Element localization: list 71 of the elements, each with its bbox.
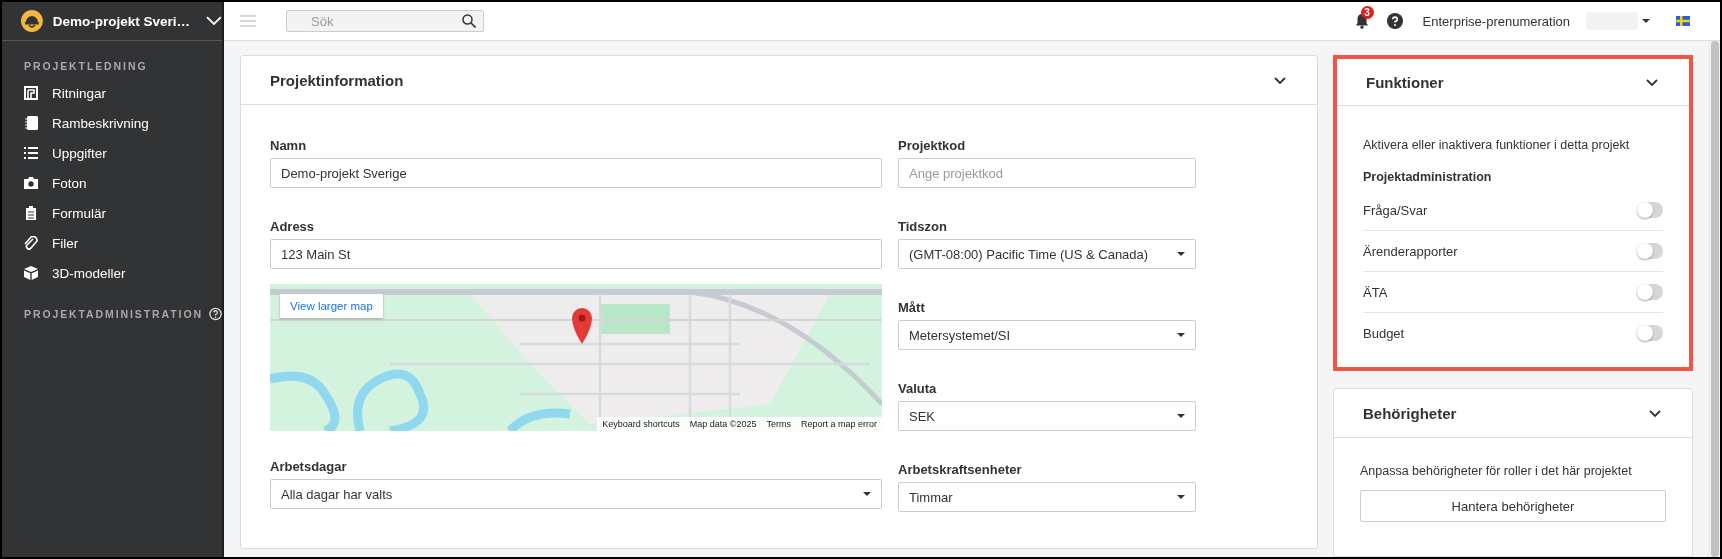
attribution-link[interactable]: Map data ©2025: [684, 417, 762, 431]
field-label: Tidszon: [898, 219, 948, 236]
chevron-down-icon[interactable]: [1645, 76, 1659, 88]
notebook-icon: [24, 116, 38, 130]
help-icon[interactable]: [1386, 13, 1403, 29]
field-label: Adress: [270, 219, 316, 236]
sidebar-item[interactable]: Foton: [2, 168, 222, 198]
floor-plan-icon: [24, 86, 38, 100]
toggle-label: Budget: [1363, 325, 1405, 341]
field-label: Arbetsdagar: [270, 459, 348, 476]
dropdown[interactable]: (GMT-08:00) Pacific Time (US & Canada): [898, 239, 1196, 269]
description-text: Anpassa behörigheter för roller i det här projektet: [1360, 464, 1633, 478]
project-title[interactable]: Demo-projekt Sveri…: [52, 13, 191, 29]
toggle-label: Ärenderapporter: [1363, 243, 1458, 259]
toggle-switch[interactable]: [1637, 243, 1663, 259]
camera-icon: [24, 176, 38, 190]
search-icon: [462, 14, 476, 28]
section-heading: PROJEKTLEDNING: [24, 60, 148, 72]
toggle-label: Fråga/Svar: [1363, 202, 1428, 218]
caret-icon: [1642, 19, 1650, 23]
paperclip-icon: [24, 236, 38, 250]
caret-icon: [1177, 333, 1185, 337]
hard-hat-logo-icon: [21, 10, 43, 32]
field-label: Projektkod: [898, 138, 967, 155]
dropdown[interactable]: Alla dagar har valts: [270, 479, 882, 509]
chevron-down-icon[interactable]: [1273, 74, 1287, 86]
panel-title: Behörigheter: [1363, 404, 1457, 422]
toggle-switch[interactable]: [1637, 202, 1663, 218]
description-text: Aktivera eller inaktivera funktioner i detta projekt: [1363, 138, 1631, 152]
dropdown[interactable]: Metersystemet/SI: [898, 320, 1196, 350]
panel-title: Funktioner: [1366, 73, 1444, 91]
chevron-down-icon[interactable]: [206, 16, 222, 26]
field-label: Valuta: [898, 381, 938, 398]
input-field[interactable]: Demo-projekt Sverige: [270, 158, 882, 188]
flag-icon[interactable]: [1676, 16, 1690, 26]
toggle-switch[interactable]: [1637, 325, 1663, 341]
group-heading: Projektadministration: [1363, 170, 1493, 184]
caret-icon: [1177, 495, 1185, 499]
cube-icon: [24, 266, 38, 280]
notification-badge: 3: [1360, 6, 1374, 19]
subscription-link[interactable]: Enterprise-prenumeration: [1422, 13, 1570, 29]
field-label: Mått: [898, 300, 926, 317]
sidebar-item[interactable]: Filer: [2, 228, 222, 258]
sidebar-item[interactable]: Formulär: [2, 198, 222, 228]
dropdown[interactable]: SEK: [898, 401, 1196, 431]
view-larger-map-button[interactable]: View larger map: [280, 294, 383, 318]
field-label: Arbetskraftsenheter: [898, 462, 1023, 479]
attribution-link[interactable]: Terms: [761, 417, 796, 431]
help-icon[interactable]: [208, 307, 222, 321]
sidebar-item[interactable]: Rambeskrivning: [2, 108, 222, 138]
input-field[interactable]: 123 Main St: [270, 239, 882, 269]
caret-icon: [1177, 252, 1185, 256]
chevron-down-icon[interactable]: [1648, 407, 1662, 419]
section-heading: PROJEKTADMINISTRATION: [24, 308, 203, 320]
caret-icon: [1177, 414, 1185, 418]
panel-title: Projektinformation: [270, 71, 404, 89]
list-icon: [24, 146, 38, 160]
sidebar-item[interactable]: Uppgifter: [2, 138, 222, 168]
toggle-switch[interactable]: [1637, 284, 1663, 300]
attribution-link[interactable]: Report a map error: [795, 417, 882, 431]
input-field[interactable]: Ange projektkod: [898, 158, 1196, 188]
toggle-label: ÄTA: [1363, 284, 1388, 300]
clipboard-icon: [24, 206, 38, 220]
field-label: Namn: [270, 138, 308, 155]
dropdown[interactable]: Timmar: [898, 482, 1196, 512]
search-field[interactable]: Sök: [286, 10, 484, 32]
sidebar-item[interactable]: Ritningar: [2, 78, 222, 108]
caret-icon: [863, 492, 871, 496]
sidebar-item[interactable]: 3D-modeller: [2, 258, 222, 288]
attribution-link[interactable]: Keyboard shortcuts: [597, 417, 685, 431]
manage-permissions-button[interactable]: Hantera behörigheter: [1360, 490, 1666, 522]
